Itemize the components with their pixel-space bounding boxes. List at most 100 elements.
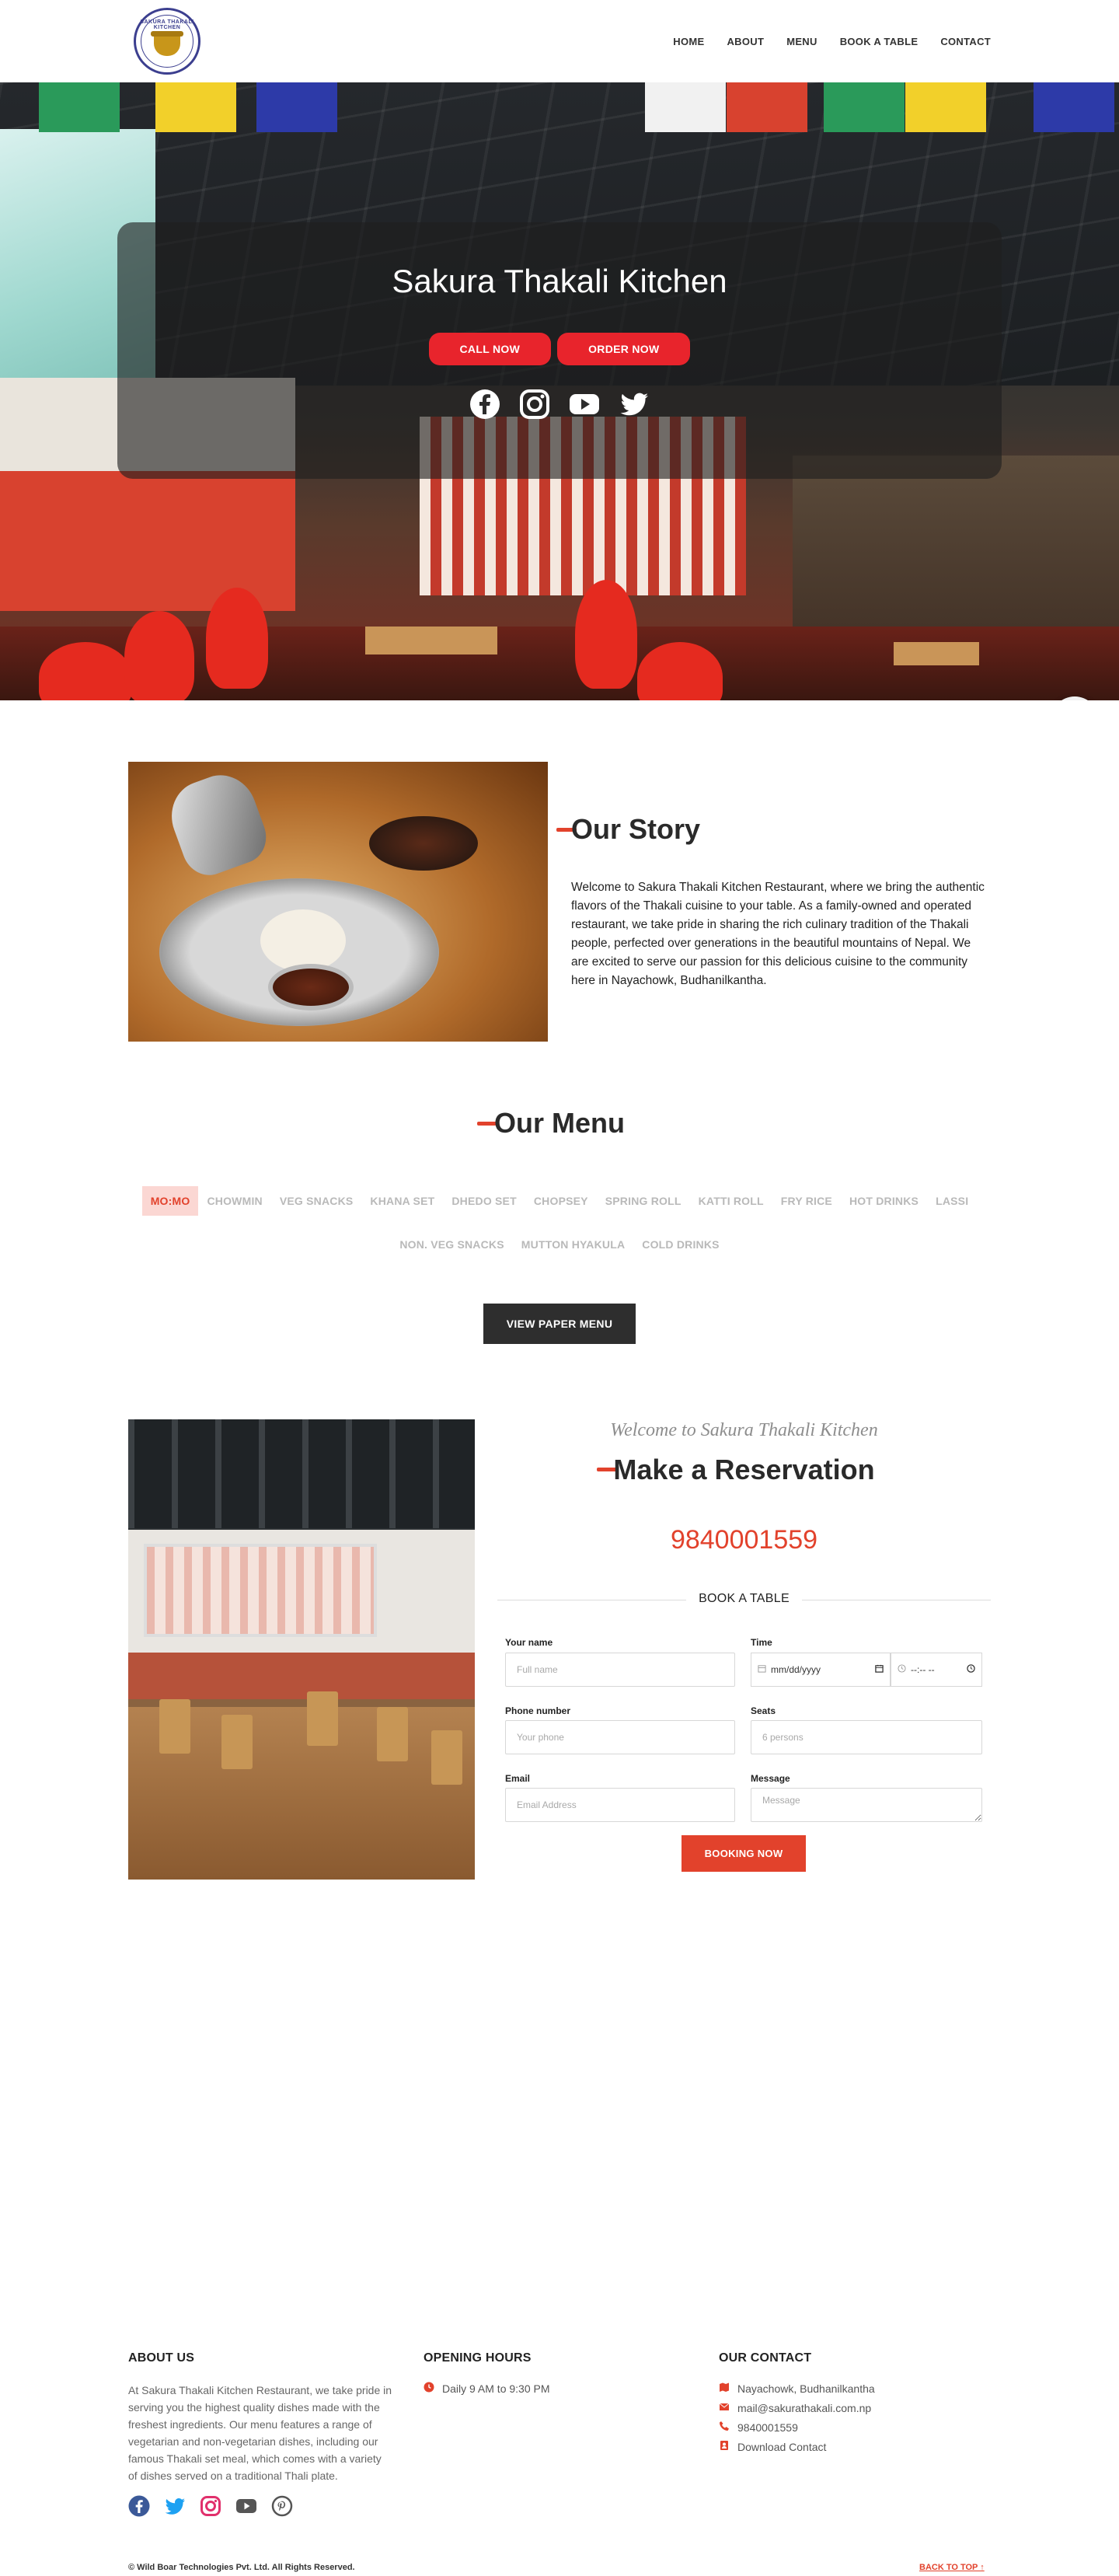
youtube-icon[interactable] [569, 389, 600, 420]
contact-email[interactable]: mail@sakurathakali.com.np [737, 2402, 871, 2414]
prayer-flag-yellow [155, 82, 236, 132]
instagram-icon[interactable] [519, 389, 550, 420]
story-heading: Our Story [571, 813, 701, 845]
date-input[interactable]: mm/dd/yyyy [751, 1653, 891, 1687]
wooden-table [365, 627, 497, 654]
time-picker-icon[interactable] [967, 1664, 975, 1675]
twitter-icon[interactable] [164, 2495, 186, 2517]
phone-input[interactable] [505, 1720, 735, 1754]
footer-hours: OPENING HOURS Daily 9 AM to 9:30 PM [424, 2351, 688, 2395]
message-textarea[interactable] [751, 1788, 982, 1822]
call-now-button[interactable]: CALL NOW [428, 333, 552, 365]
booking-now-button[interactable]: BOOKING NOW [682, 1835, 806, 1872]
facebook-icon[interactable] [128, 2495, 150, 2517]
menu-tab-momo[interactable]: MO:MO [141, 1186, 199, 1216]
footer-contact: OUR CONTACT Nayachowk, Budhanilkantha ma… [719, 2351, 983, 2459]
prayer-flag-green-2 [824, 82, 905, 132]
wooden-chair [377, 1707, 408, 1761]
menu-tab-spring-roll[interactable]: SPRING ROLL [597, 1186, 690, 1216]
hours-text: Daily 9 AM to 9:30 PM [442, 2382, 550, 2395]
hero-title: Sakura Thakali Kitchen [392, 263, 727, 299]
back-to-top-link[interactable]: BACK TO TOP ↑ [919, 2563, 985, 2572]
restaurant-interior-image [128, 1419, 475, 1880]
logo-text: SAKURA THAKALI KITCHEN [140, 19, 194, 30]
contact-phone[interactable]: 9840001559 [737, 2421, 798, 2434]
wooden-table [894, 642, 979, 665]
instagram-icon[interactable] [200, 2495, 221, 2517]
reservation-phone[interactable]: 9840001559 [497, 1525, 991, 1555]
prayer-flag-green [39, 82, 120, 132]
nav-about[interactable]: ABOUT [727, 36, 764, 47]
rice-portion [260, 909, 346, 972]
hero-social-links [0, 389, 1119, 420]
facebook-icon[interactable] [469, 389, 500, 420]
red-cushion [575, 580, 637, 689]
date-value: mm/dd/yyyy [771, 1664, 821, 1675]
book-table-title-text: BOOK A TABLE [686, 1592, 802, 1605]
nav-menu[interactable]: MENU [786, 36, 817, 47]
contact-email-row: mail@sakurathakali.com.np [719, 2401, 983, 2414]
interior-window [144, 1544, 377, 1637]
nav-book-a-table[interactable]: BOOK A TABLE [840, 36, 919, 47]
date-picker-icon[interactable] [875, 1664, 884, 1675]
main-nav: HOME ABOUT MENU BOOK A TABLE CONTACT [673, 36, 991, 47]
view-paper-menu-button[interactable]: VIEW PAPER MENU [483, 1304, 636, 1344]
site-header: SAKURA THAKALI KITCHEN HOME ABOUT MENU B… [0, 0, 1119, 82]
contact-download-row: Download Contact [719, 2440, 983, 2453]
hero-section: Sakura Thakali Kitchen CALL NOW ORDER NO… [0, 82, 1119, 700]
interior-ceiling [128, 1419, 475, 1528]
time-input[interactable]: --:-- -- [891, 1653, 982, 1687]
curry-bowl [268, 964, 354, 1011]
phone-label: Phone number [505, 1705, 571, 1716]
order-now-button[interactable]: ORDER NOW [557, 333, 691, 365]
menu-tab-fry-rice[interactable]: FRY RICE [772, 1186, 841, 1216]
seats-label: Seats [751, 1705, 776, 1716]
hours-row: Daily 9 AM to 9:30 PM [424, 2382, 688, 2395]
clock-icon [424, 2382, 434, 2395]
menu-tab-veg-snacks[interactable]: VEG SNACKS [271, 1186, 362, 1216]
red-cushion [206, 588, 268, 689]
menu-tab-cold-drinks[interactable]: COLD DRINKS [633, 1230, 727, 1259]
nav-contact[interactable]: CONTACT [940, 36, 991, 47]
menu-tab-hot-drinks[interactable]: HOT DRINKS [841, 1186, 927, 1216]
menu-tab-lassi[interactable]: LASSI [927, 1186, 977, 1216]
prayer-flag-red [727, 82, 807, 132]
email-label: Email [505, 1773, 531, 1784]
prayer-flag-blue [256, 82, 337, 132]
contact-address-row: Nayachowk, Budhanilkantha [719, 2382, 983, 2395]
menu-tab-dhedo-set[interactable]: DHEDO SET [443, 1186, 525, 1216]
interior-red-wall [128, 1653, 475, 1699]
contact-phone-row: 9840001559 [719, 2421, 983, 2434]
pinterest-icon[interactable] [271, 2495, 293, 2517]
name-input[interactable] [505, 1653, 735, 1687]
copyright-text: © Wild Boar Technologies Pvt. Ltd. All R… [128, 2563, 355, 2572]
clock-icon [898, 1664, 906, 1675]
prayer-flag-blue-2 [1034, 82, 1114, 132]
time-label: Time [751, 1637, 772, 1648]
download-contact-link[interactable]: Download Contact [737, 2441, 826, 2453]
book-table-title: BOOK A TABLE [497, 1592, 991, 1606]
red-cushion [124, 611, 194, 700]
footer-hours-title: OPENING HOURS [424, 2351, 532, 2365]
footer-contact-title: OUR CONTACT [719, 2351, 812, 2365]
youtube-icon[interactable] [235, 2495, 257, 2517]
email-input[interactable] [505, 1788, 735, 1822]
menu-tab-khana-set[interactable]: KHANA SET [361, 1186, 443, 1216]
menu-tab-mutton-hyakula[interactable]: MUTTON HYAKULA [513, 1230, 633, 1259]
contact-address: Nayachowk, Budhanilkantha [737, 2382, 875, 2395]
time-value: --:-- -- [911, 1664, 935, 1675]
name-label: Your name [505, 1637, 553, 1648]
menu-tab-chowmin[interactable]: CHOWMIN [198, 1186, 270, 1216]
seats-input[interactable] [751, 1720, 982, 1754]
restaurant-logo[interactable]: SAKURA THAKALI KITCHEN [134, 8, 200, 75]
menu-tab-katti-roll[interactable]: KATTI ROLL [690, 1186, 772, 1216]
contact-card-icon [719, 2440, 730, 2453]
menu-tab-chopsey[interactable]: CHOPSEY [525, 1186, 597, 1216]
twitter-icon[interactable] [619, 389, 650, 420]
nav-home[interactable]: HOME [673, 36, 704, 47]
story-text: Welcome to Sakura Thakali Kitchen Restau… [571, 881, 985, 987]
menu-tab-non-veg-snacks[interactable]: NON. VEG SNACKS [391, 1230, 512, 1259]
hero-buttons: CALL NOW ORDER NOW [0, 333, 1119, 365]
kettle [161, 765, 274, 883]
wooden-chair [307, 1691, 338, 1746]
